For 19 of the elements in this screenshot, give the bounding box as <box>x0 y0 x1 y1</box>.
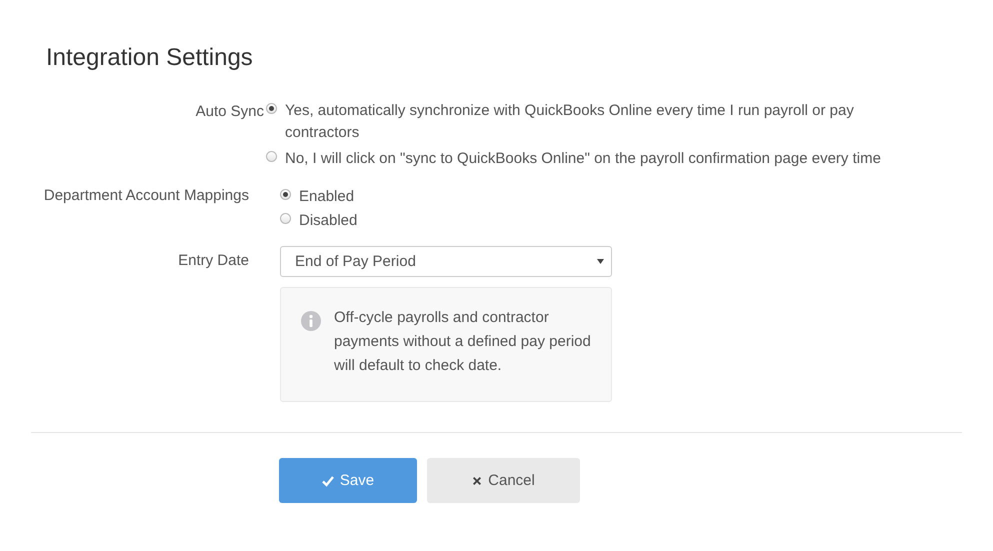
check-icon <box>322 474 334 486</box>
entry-date-select[interactable]: End of Pay Period <box>280 246 612 277</box>
field-label: Auto Sync <box>194 102 264 122</box>
radio-button[interactable] <box>266 103 277 114</box>
option-label: Enabled <box>299 187 354 207</box>
option-label: Disabled <box>299 211 358 231</box>
info-text: Off-cycle payrolls and contractor payments without a defined pay period will default to check date. <box>334 308 591 376</box>
radio-button[interactable] <box>266 151 277 162</box>
info-icon <box>301 311 321 331</box>
cancel-button[interactable]: Cancel <box>427 458 580 503</box>
radio-button[interactable] <box>280 189 291 200</box>
field-label: Entry Date <box>177 251 250 271</box>
option-label: No, I will click on "sync to QuickBooks Online" on the payroll confirmation page every time <box>285 149 881 169</box>
option-label: Yes, automatically synchronize with QuickBooks Online every time I run payroll or pay contractors <box>285 101 855 143</box>
close-icon <box>472 476 482 486</box>
radio-button[interactable] <box>280 213 291 224</box>
field-label: Department Account Mappings <box>42 186 250 206</box>
caret-icon <box>597 259 604 264</box>
page-title: Integration Settings <box>46 44 254 72</box>
